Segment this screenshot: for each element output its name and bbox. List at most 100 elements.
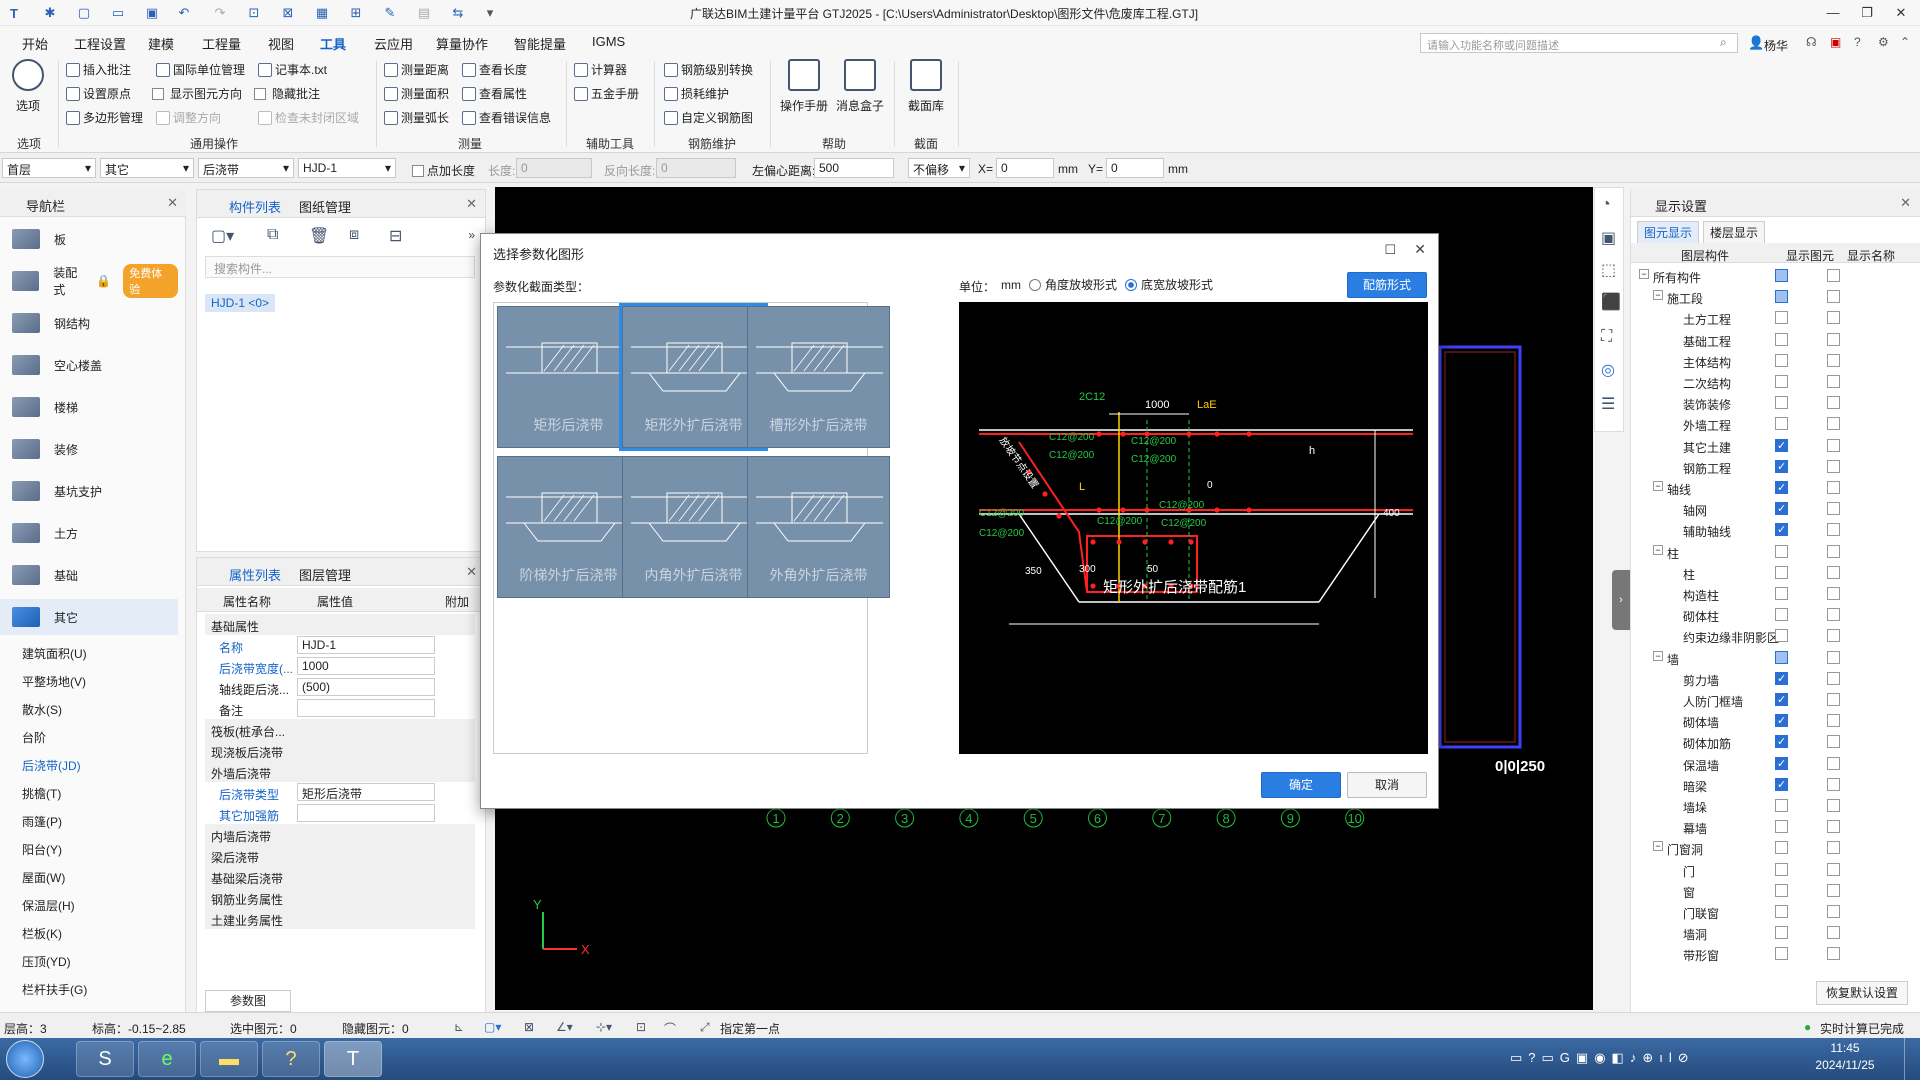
display-layer-row[interactable]: 剪力墙: [1635, 668, 1915, 689]
close-icon[interactable]: ✕: [1900, 195, 1911, 211]
display-layer-row[interactable]: 外墙工程: [1635, 413, 1915, 434]
display-layer-row[interactable]: 基础工程: [1635, 329, 1915, 350]
2d-view-icon[interactable]: ▣: [1601, 228, 1616, 248]
collapse-icon[interactable]: −: [1653, 650, 1663, 661]
collapse-ribbon-icon[interactable]: ⌃: [1900, 35, 1910, 49]
property-group-row[interactable]: 钢筋业务属性: [205, 887, 475, 908]
show-name-checkbox[interactable]: [1827, 862, 1840, 876]
menu-modeling[interactable]: 建模: [148, 34, 174, 53]
show-name-checkbox[interactable]: [1827, 735, 1840, 749]
property-group-row[interactable]: 筏板(桩承台...: [205, 719, 475, 740]
show-direction-checkbox[interactable]: 显示图元方向: [152, 85, 242, 102]
start-button[interactable]: [6, 1040, 44, 1078]
show-element-checkbox[interactable]: [1775, 269, 1788, 282]
close-icon[interactable]: ✕: [1414, 241, 1426, 258]
show-name-checkbox[interactable]: [1827, 502, 1840, 516]
show-element-checkbox[interactable]: [1775, 799, 1788, 812]
nav-item-decoration[interactable]: 装修: [0, 431, 178, 467]
close-icon[interactable]: ✕: [466, 196, 477, 212]
show-element-checkbox[interactable]: [1775, 820, 1788, 834]
reverse-length-input[interactable]: 0: [656, 158, 736, 178]
sub-item-eaves[interactable]: 挑檐(T): [22, 785, 61, 802]
tab-layer-manage[interactable]: 图层管理: [299, 565, 351, 584]
show-element-checkbox[interactable]: [1775, 332, 1788, 346]
param-graph-button[interactable]: 参数图: [205, 990, 291, 1012]
show-element-checkbox[interactable]: [1775, 735, 1788, 749]
toolbar-icon-5[interactable]: ⇆: [448, 3, 468, 23]
pen-icon[interactable]: ✎: [380, 3, 400, 23]
display-layer-row[interactable]: − 施工段: [1635, 286, 1915, 307]
element-select[interactable]: HJD-1 ▾: [298, 158, 396, 178]
show-element-checkbox[interactable]: [1775, 417, 1788, 431]
sub-item-roof[interactable]: 屋面(W): [22, 869, 65, 886]
property-value[interactable]: (500): [297, 678, 435, 696]
show-name-checkbox[interactable]: [1827, 671, 1840, 685]
snap-rect-icon[interactable]: ▢▾: [484, 1020, 501, 1034]
redo-icon[interactable]: ↷: [210, 3, 230, 23]
message-box-button[interactable]: 消息盒子: [832, 59, 888, 114]
notepad-button[interactable]: 记事本.txt: [258, 61, 327, 78]
toolbar-icon-1[interactable]: ⊡: [244, 3, 264, 23]
view-props-button[interactable]: 查看属性: [462, 85, 527, 102]
show-element-checkbox[interactable]: [1775, 862, 1788, 876]
menu-view[interactable]: 视图: [268, 34, 294, 53]
show-name-checkbox[interactable]: [1827, 883, 1840, 897]
snap-cross-icon[interactable]: ⊠: [524, 1020, 534, 1034]
view-errors-button[interactable]: 查看错误信息: [462, 109, 551, 126]
insert-annotation-button[interactable]: 插入批注: [66, 61, 131, 78]
show-element-checkbox[interactable]: [1775, 587, 1788, 600]
tray-icons[interactable]: ▭?▭G▣◉◧♪⊕ıl⊘: [1510, 1050, 1695, 1066]
show-name-checkbox[interactable]: [1827, 311, 1840, 325]
nav-item-other[interactable]: 其它: [0, 599, 178, 635]
snap-grid-icon[interactable]: ⊡: [636, 1020, 646, 1034]
cube-view-icon[interactable]: ⬛: [1601, 292, 1621, 312]
snap-arc-icon[interactable]: ⌒: [664, 1020, 676, 1037]
nav-item-prefab[interactable]: 装配式 🔒 免费体验: [0, 263, 179, 299]
cancel-button[interactable]: 取消: [1347, 772, 1427, 798]
menu-start[interactable]: 开始: [22, 34, 48, 53]
toolbar-icon-4[interactable]: ▤: [414, 3, 434, 23]
show-element-checkbox[interactable]: [1775, 777, 1788, 791]
display-layer-row[interactable]: 砌体加筋: [1635, 731, 1915, 752]
property-value[interactable]: [297, 804, 435, 822]
display-layer-row[interactable]: 钢筋工程: [1635, 456, 1915, 477]
new-component-icon[interactable]: ▢▾: [211, 226, 234, 246]
measure-arc-button[interactable]: 测量弧长: [384, 109, 449, 126]
settings-icon[interactable]: ⚙: [1878, 35, 1889, 49]
show-element-checkbox[interactable]: [1775, 883, 1788, 897]
show-element-checkbox[interactable]: [1775, 714, 1788, 728]
show-element-checkbox[interactable]: [1775, 459, 1788, 473]
close-button[interactable]: ✕: [1884, 2, 1918, 24]
show-name-checkbox[interactable]: [1827, 544, 1840, 558]
sub-item-site-leveling[interactable]: 平整场地(V): [22, 673, 86, 690]
display-layer-row[interactable]: 主体结构: [1635, 350, 1915, 371]
add-length-checkbox[interactable]: 点加长度: [412, 162, 475, 179]
display-layer-row[interactable]: − 所有构件: [1635, 265, 1915, 286]
property-value[interactable]: [297, 699, 435, 717]
search-icon[interactable]: ⌕: [1720, 35, 1727, 50]
customize-icon[interactable]: ▾: [480, 3, 500, 23]
display-layer-row[interactable]: 土方工程: [1635, 307, 1915, 328]
show-name-checkbox[interactable]: [1827, 565, 1840, 579]
user-avatar-icon[interactable]: 👤: [1748, 35, 1764, 51]
show-element-checkbox[interactable]: [1775, 311, 1788, 325]
show-name-checkbox[interactable]: [1827, 629, 1840, 643]
show-element-checkbox[interactable]: [1775, 926, 1788, 940]
property-row[interactable]: 后浇带宽度(... 1000: [205, 656, 475, 677]
display-layer-row[interactable]: 其它土建: [1635, 435, 1915, 456]
save-icon[interactable]: ▣: [142, 3, 162, 23]
list-icon[interactable]: ☰: [1601, 394, 1615, 414]
sub-item-insulation[interactable]: 保温层(H): [22, 897, 75, 914]
show-name-checkbox[interactable]: [1827, 269, 1840, 282]
collapse-icon[interactable]: −: [1639, 269, 1649, 279]
view-length-button[interactable]: 查看长度: [462, 61, 527, 78]
radio-bottom-width-slope[interactable]: 底宽放坡形式: [1125, 276, 1213, 293]
show-name-checkbox[interactable]: [1827, 926, 1840, 940]
display-icon[interactable]: ◎: [1601, 360, 1615, 380]
show-element-checkbox[interactable]: [1775, 671, 1788, 685]
collapse-icon[interactable]: −: [1653, 544, 1663, 555]
polygon-manage-button[interactable]: 多边形管理: [66, 109, 143, 126]
property-group-row[interactable]: 现浇板后浇带: [205, 740, 475, 761]
property-group-row[interactable]: 基础属性: [205, 614, 475, 635]
taskbar-help-icon[interactable]: ?: [262, 1041, 320, 1077]
